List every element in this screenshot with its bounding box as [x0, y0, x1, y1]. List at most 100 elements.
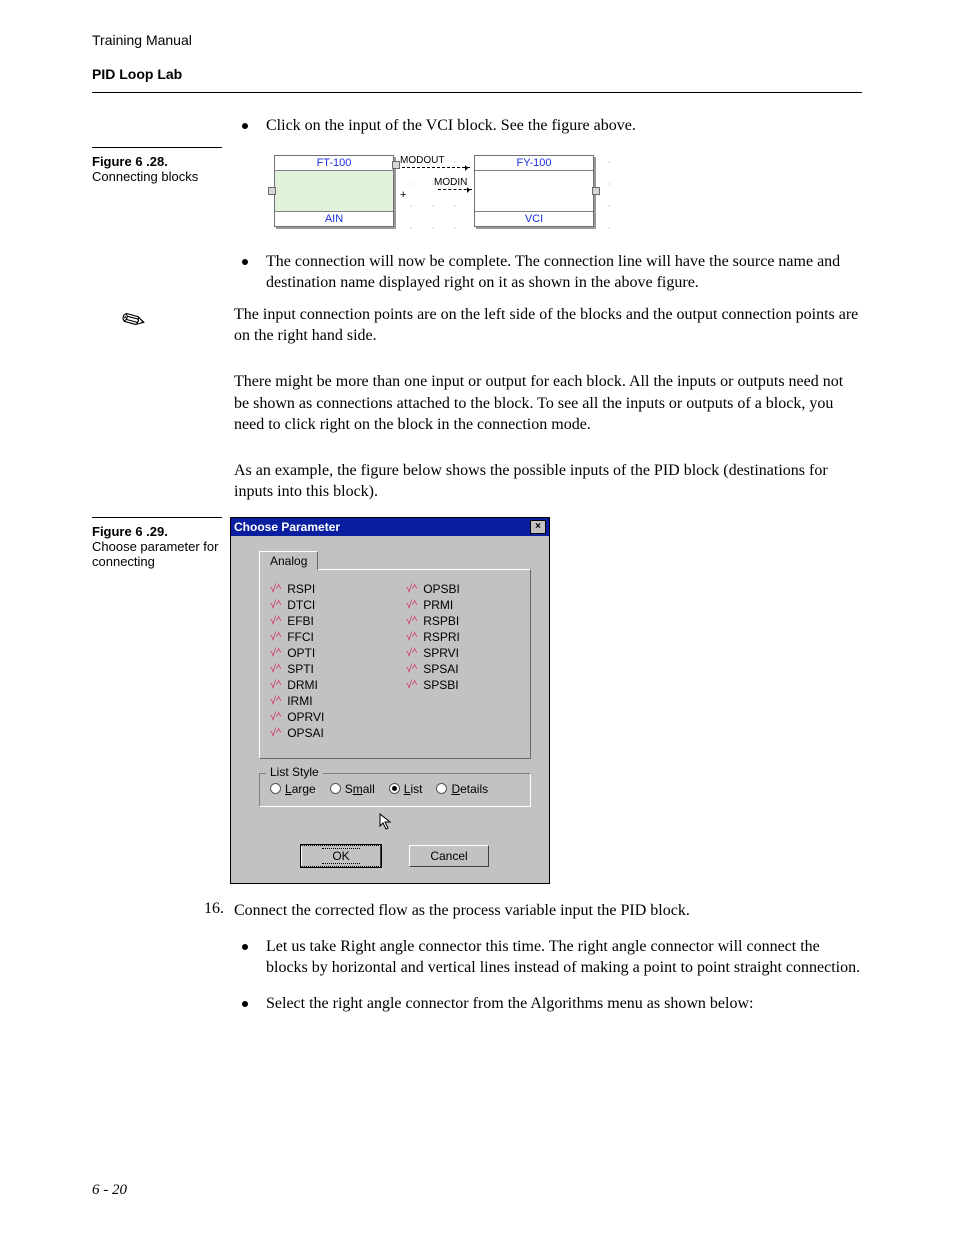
param-glyph-icon: √^ [270, 679, 281, 691]
param-label: RSPBI [423, 614, 459, 628]
param-label: DTCI [287, 598, 315, 612]
dashed-arrow-2 [438, 189, 472, 190]
port-left-in [268, 187, 276, 195]
port-right-out [592, 187, 600, 195]
param-item-rspri[interactable]: √^RSPRI [406, 630, 522, 644]
bullet-item: The connection will now be complete. The… [234, 251, 862, 294]
param-glyph-icon: √^ [270, 663, 281, 675]
header-section: PID Loop Lab [92, 66, 862, 82]
dialog-body: Analog √^RSPI√^DTCI√^EFBI√^FFCI√^OPTI√^S… [231, 536, 549, 883]
radio-details[interactable]: Details [436, 782, 488, 796]
cursor-icon [379, 813, 393, 831]
param-label: IRMI [287, 694, 312, 708]
bullet-icon [242, 123, 248, 129]
param-label: FFCI [287, 630, 314, 644]
block-fy100-footer: VCI [475, 211, 593, 226]
param-label: OPTI [287, 646, 315, 660]
step-number: 16. [180, 900, 234, 918]
bullet-item: Select the right angle connector from th… [234, 993, 862, 1015]
close-button[interactable]: × [530, 520, 546, 534]
block-ft100: FT-100 AIN [274, 155, 394, 227]
param-item-rspbi[interactable]: √^ RSPBI [406, 614, 522, 628]
figure-629-caption: Choose parameter for connecting [92, 539, 222, 569]
bullet-text: Let us take Right angle connector this t… [266, 936, 862, 979]
param-label: EFBI [287, 614, 314, 628]
param-label: SPSAI [423, 662, 458, 676]
block-ft100-title: FT-100 [275, 156, 393, 171]
label-modin: MODIN [434, 177, 467, 188]
figure-628-title: Figure 6 .28. [92, 154, 222, 169]
paragraph: There might be more than one input or ou… [234, 371, 862, 436]
list-style-group: List Style Large Small [259, 773, 531, 807]
radio-icon [270, 783, 281, 794]
param-glyph-icon: √^ [406, 615, 417, 627]
param-column-1: √^RSPI√^DTCI√^EFBI√^FFCI√^OPTI√^SPTI√^DR… [270, 580, 386, 742]
param-label: SPSBI [423, 678, 458, 692]
pencil-icon: ✎ [115, 300, 152, 340]
parameter-panel: √^RSPI√^DTCI√^EFBI√^FFCI√^OPTI√^SPTI√^DR… [259, 569, 531, 759]
figure-628-caption: Connecting blocks [92, 169, 222, 184]
param-glyph-icon: √^ [270, 727, 281, 739]
figure-628-diagram: FT-100 AIN FY-100 VCI MODOUT MODIN [234, 147, 862, 247]
label-modout: MODOUT [400, 155, 444, 166]
radio-row: Large Small List [270, 782, 520, 796]
param-label: OPRVI [287, 710, 324, 724]
figure-label-628: Figure 6 .28. Connecting blocks [92, 147, 222, 247]
radio-small[interactable]: Small [330, 782, 375, 796]
param-item-drmi[interactable]: √^ DRMI [270, 678, 386, 692]
radio-icon [436, 783, 447, 794]
param-label: OPSAI [287, 726, 324, 740]
param-label: SPTI [287, 662, 314, 676]
param-item-sprvi[interactable]: √^ SPRVI [406, 646, 522, 660]
body-grid: Click on the input of the VCI block. See… [92, 111, 862, 1024]
param-label: RSPI [287, 582, 315, 596]
dashed-arrow-1 [402, 167, 470, 168]
step-16: 16. Connect the corrected flow as the pr… [234, 900, 862, 922]
param-glyph-icon: √^ [270, 695, 281, 707]
bullet-icon [242, 1001, 248, 1007]
paragraph: The input connection points are on the l… [234, 304, 862, 347]
param-item-spsai[interactable]: √^SPSAI [406, 662, 522, 676]
param-glyph-icon: √^ [406, 647, 417, 659]
block-fy100: FY-100 VCI [474, 155, 594, 227]
param-glyph-icon: √^ [270, 583, 281, 595]
param-item-spti[interactable]: √^ SPTI [270, 662, 386, 676]
bullet-icon [242, 944, 248, 950]
param-label: SPRVI [423, 646, 459, 660]
radio-icon [389, 783, 400, 794]
param-item-opti[interactable]: √^OPTI [270, 646, 386, 660]
param-item-opsbi[interactable]: √^OPSBI [406, 582, 522, 596]
header-rule [92, 92, 862, 93]
param-label: DRMI [287, 678, 318, 692]
radio-list[interactable]: List [389, 782, 423, 796]
param-glyph-icon: √^ [406, 631, 417, 643]
plus-symbol: + [400, 189, 406, 201]
figure-629-title: Figure 6 .29. [92, 524, 222, 539]
ok-button[interactable]: OK [301, 845, 381, 867]
dialog-titlebar[interactable]: Choose Parameter × [231, 518, 549, 536]
param-item-oprvi[interactable]: √^OPRVI [270, 710, 386, 724]
param-item-spsbi[interactable]: √^SPSBI [406, 678, 522, 692]
param-item-dtci[interactable]: √^ DTCI [270, 598, 386, 612]
bullet-item: Let us take Right angle connector this t… [234, 936, 862, 979]
bullet-text: Click on the input of the VCI block. See… [266, 115, 862, 137]
param-item-opsai[interactable]: √^ OPSAI [270, 726, 386, 740]
figure-629-wrap: Choose Parameter × Analog √^RSPI√^DTCI√^… [234, 517, 862, 884]
param-item-rspi[interactable]: √^ RSPI [270, 582, 386, 596]
block-ft100-footer: AIN [275, 211, 393, 226]
param-column-2: √^OPSBI√^PRMI√^RSPBI√^RSPRI√^SPRVI√^SPSA… [406, 580, 522, 742]
cancel-button[interactable]: Cancel [409, 845, 489, 867]
bullet-item: Click on the input of the VCI block. See… [234, 115, 862, 137]
param-item-ffci[interactable]: √^FFCI [270, 630, 386, 644]
param-label: OPSBI [423, 582, 460, 596]
param-glyph-icon: √^ [270, 599, 281, 611]
param-item-irmi[interactable]: √^ IRMI [270, 694, 386, 708]
param-glyph-icon: √^ [270, 615, 281, 627]
param-item-prmi[interactable]: √^PRMI [406, 598, 522, 612]
radio-large[interactable]: Large [270, 782, 316, 796]
radio-icon [330, 783, 341, 794]
tab-analog[interactable]: Analog [259, 551, 318, 570]
figure-label-629: Figure 6 .29. Choose parameter for conne… [92, 517, 222, 884]
param-item-efbi[interactable]: √^ EFBI [270, 614, 386, 628]
block-ft100-body [275, 171, 393, 211]
